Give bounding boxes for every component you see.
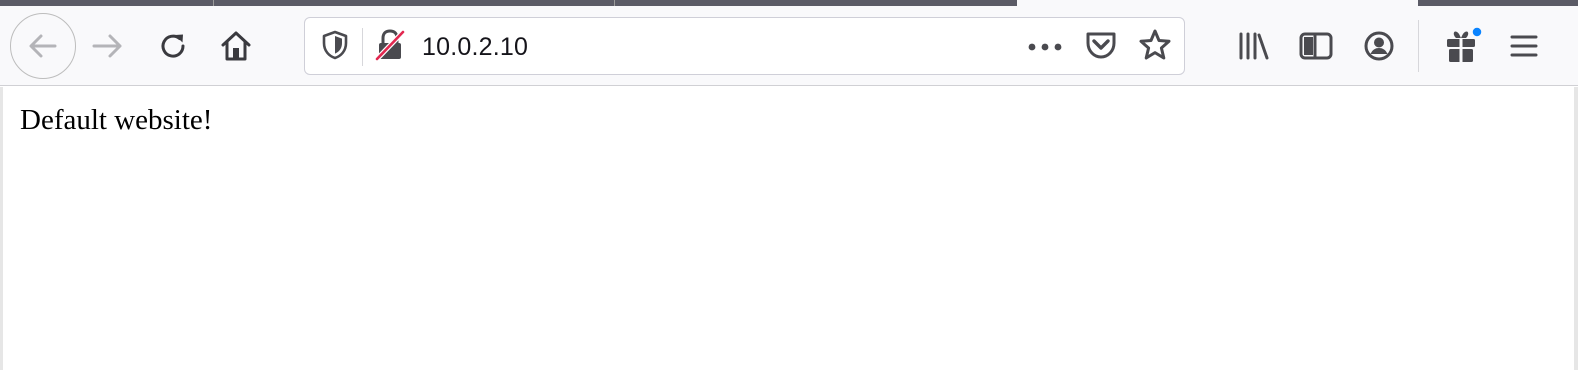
main-menu-button[interactable] [1504,27,1544,65]
url-text[interactable]: 10.0.2.10 [422,33,528,62]
whats-new-button[interactable] [1441,25,1483,67]
home-icon [219,29,253,63]
urlbar-divider [362,28,363,66]
hamburger-menu-icon [1509,33,1539,59]
forward-arrow-icon [91,31,125,61]
account-button[interactable] [1359,26,1399,66]
page-content: Default website! [0,87,1578,370]
site-identity-button[interactable] [373,28,407,67]
sidebar-icon [1299,31,1333,61]
forward-button[interactable] [88,26,128,66]
gift-icon [1442,26,1482,66]
insecure-lock-icon [374,28,406,67]
window-left-edge [0,87,3,370]
toolbar-separator [1418,20,1419,72]
home-button[interactable] [216,26,256,66]
account-icon [1363,30,1395,62]
sidebar-button[interactable] [1296,27,1336,65]
page-body-text: Default website! [20,104,213,136]
shield-icon [322,30,348,65]
more-horizontal-icon [1028,38,1062,56]
back-arrow-icon [26,29,60,63]
bookmark-star-button[interactable] [1137,29,1173,65]
reload-icon [157,30,189,62]
url-bar[interactable]: 10.0.2.10 [304,17,1185,75]
star-icon [1138,28,1172,67]
library-button[interactable] [1234,27,1274,65]
page-actions-button[interactable] [1025,32,1065,62]
back-button[interactable] [10,13,76,79]
navigation-toolbar: 10.0.2.10 [0,6,1578,86]
tracking-protection-button[interactable] [319,30,351,64]
window-right-edge [1574,87,1578,370]
pocket-icon [1085,30,1117,65]
library-icon [1237,31,1271,61]
pocket-button[interactable] [1083,30,1119,64]
reload-button[interactable] [153,26,193,66]
